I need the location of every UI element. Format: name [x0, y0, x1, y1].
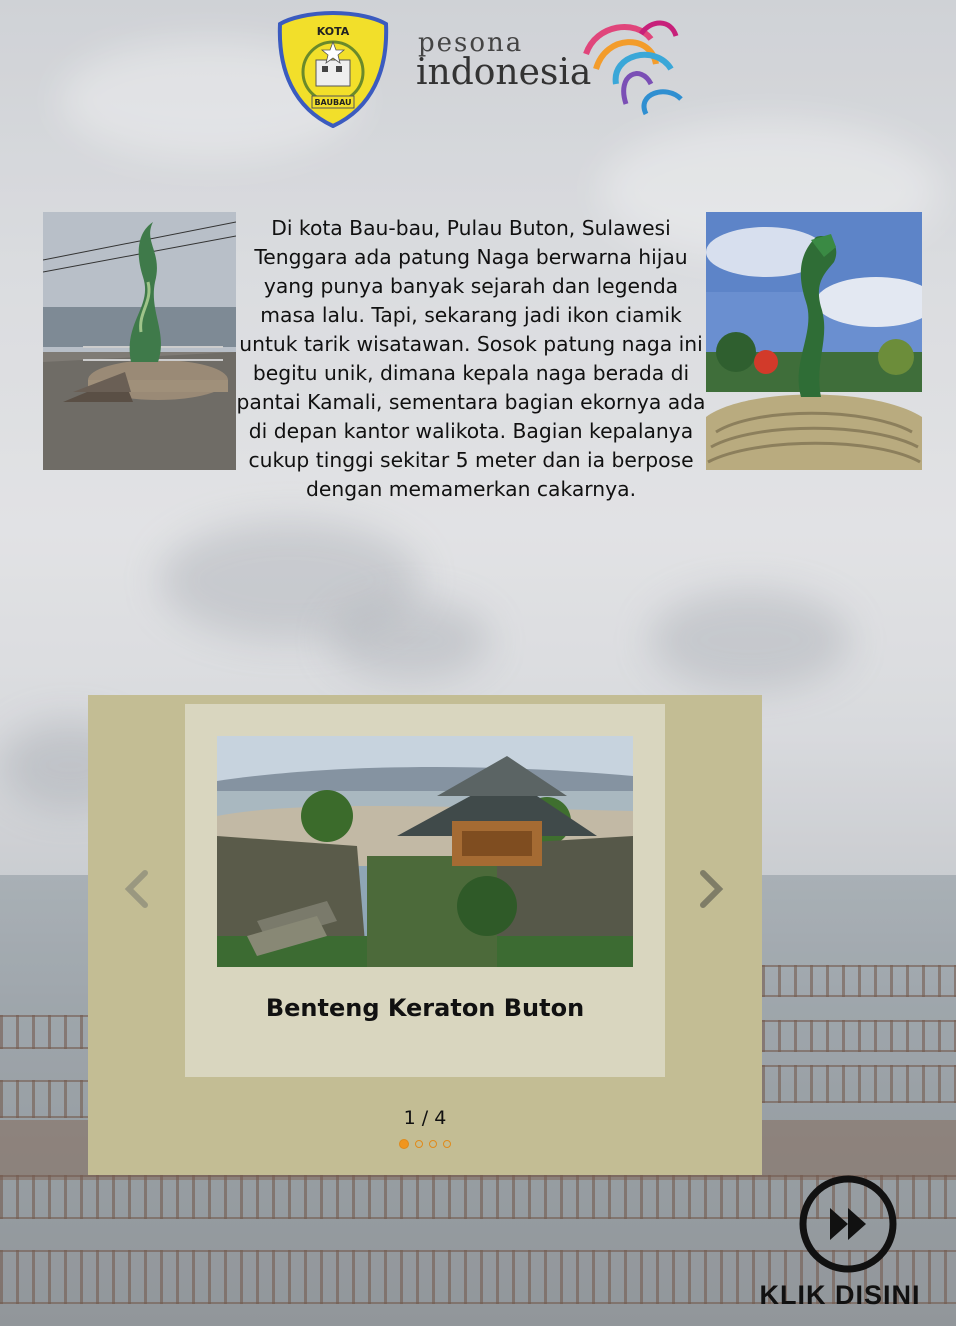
garuda-swirl-icon: [583, 20, 683, 116]
dragon-statue-photo-left: [43, 212, 236, 470]
pesona-indonesia-logo: pesona indonesia: [416, 14, 686, 120]
image-slider: Benteng Keraton Buton 1 / 4: [88, 695, 762, 1175]
slider-prev-button[interactable]: [121, 867, 151, 911]
logo-bottom-text: BAUBAU: [314, 98, 351, 107]
slide-card[interactable]: Benteng Keraton Buton: [185, 704, 665, 1077]
slider-dot-3[interactable]: [429, 1140, 437, 1148]
kota-baubau-logo: KOTA BAUBAU: [276, 10, 390, 129]
slide-caption: Benteng Keraton Buton: [265, 994, 585, 1022]
klik-disini-button[interactable]: KLIK DISINI: [748, 1172, 938, 1317]
slider-dots: [399, 1139, 451, 1152]
logo-top-text: KOTA: [317, 25, 350, 38]
slide-counter: 1 / 4: [403, 1107, 447, 1129]
slider-next-button[interactable]: [697, 867, 727, 911]
chevron-right-icon: [700, 870, 724, 908]
slider-dot-1[interactable]: [399, 1139, 409, 1149]
klik-disini-label: KLIK DISINI: [759, 1280, 921, 1310]
dragon-statue-photo-right: [706, 212, 922, 470]
slider-dot-2[interactable]: [415, 1140, 423, 1148]
slider-dot-4[interactable]: [443, 1140, 451, 1148]
chevron-left-icon: [124, 870, 148, 908]
intro-paragraph: Di kota Bau-bau, Pulau Buton, Sulawesi T…: [236, 216, 706, 501]
fast-forward-circle-icon: [799, 1175, 897, 1273]
slide-image-benteng-keraton: [217, 736, 633, 967]
